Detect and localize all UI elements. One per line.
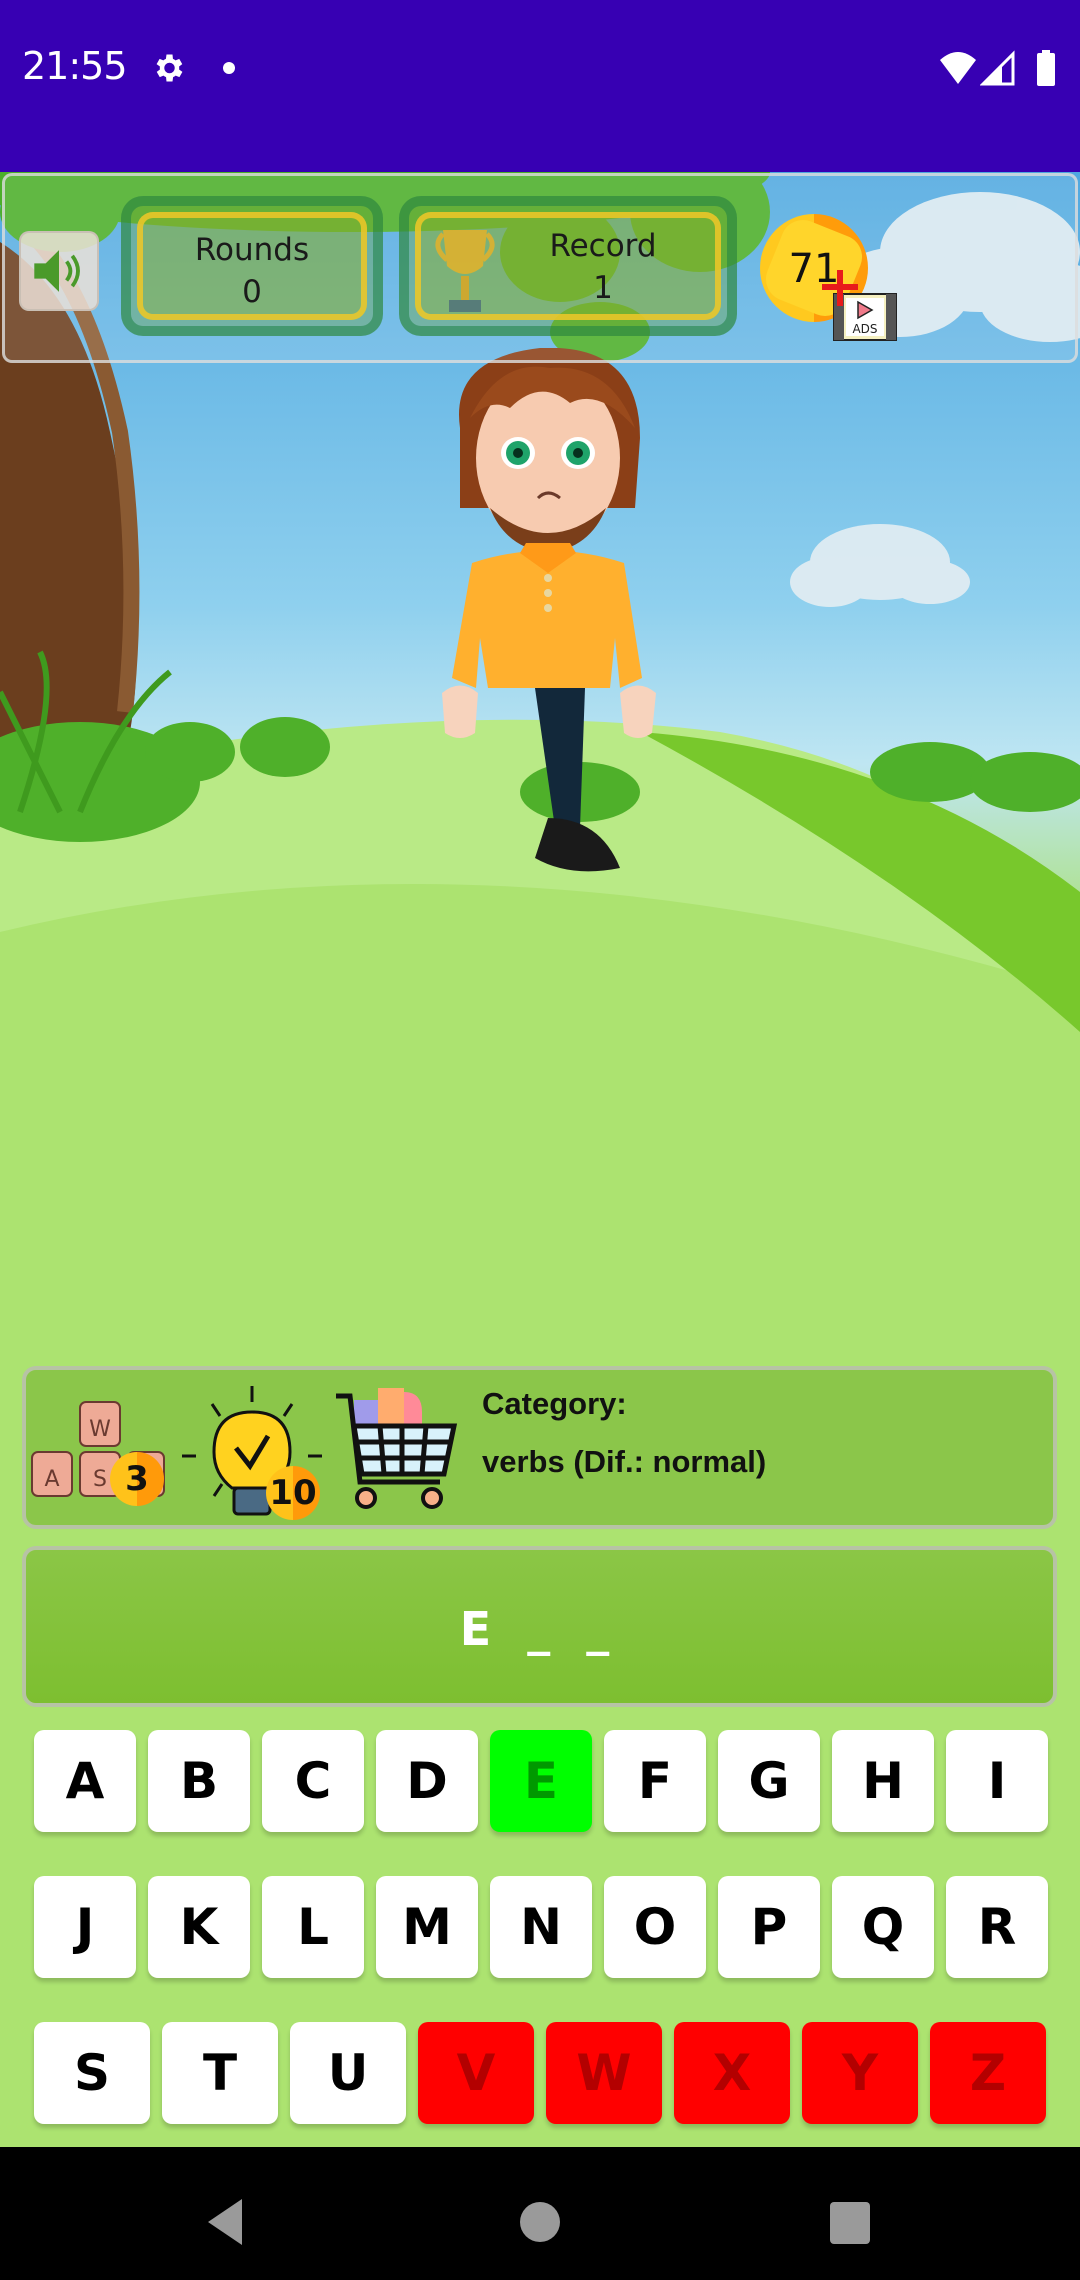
record-panel: Record 1 (399, 196, 737, 336)
key-e: E (490, 1730, 592, 1832)
key-c[interactable]: C (262, 1730, 364, 1832)
shop-button[interactable] (336, 1384, 466, 1514)
key-a[interactable]: A (34, 1730, 136, 1832)
rounds-value: 0 (242, 274, 262, 310)
gear-icon (156, 54, 183, 82)
keyboard-row: ABCDEFGHI (34, 1730, 1048, 1832)
key-z: Z (930, 2022, 1046, 2124)
key-r[interactable]: R (946, 1876, 1048, 1978)
notification-dot-icon (223, 62, 235, 74)
recent-apps-icon[interactable] (830, 2202, 870, 2244)
key-n[interactable]: N (490, 1876, 592, 1978)
key-t[interactable]: T (162, 2022, 278, 2124)
ads-label: ADS (852, 322, 877, 336)
hangman-character (442, 348, 656, 872)
key-x: X (674, 2022, 790, 2124)
key-o[interactable]: O (604, 1876, 706, 1978)
key-s[interactable]: S (34, 2022, 150, 2124)
key-u[interactable]: U (290, 2022, 406, 2124)
word-panel: E _ _ (22, 1546, 1057, 1707)
rounds-panel: Rounds 0 (121, 196, 383, 336)
key-j[interactable]: J (34, 1876, 136, 1978)
status-time: 21:55 (22, 44, 128, 88)
key-i[interactable]: I (946, 1730, 1048, 1832)
battery-icon (1037, 50, 1055, 86)
key-g[interactable]: G (718, 1730, 820, 1832)
hint-cost: 10 (266, 1466, 320, 1520)
wifi-icon (940, 52, 976, 84)
reveal-letter-cost: 3 (110, 1452, 164, 1506)
speaker-on-icon (34, 250, 80, 292)
sound-toggle-button[interactable] (19, 231, 99, 311)
shopping-cart-icon (336, 1388, 458, 1509)
key-m[interactable]: M (376, 1876, 478, 1978)
keyboard-row: STUVWXYZ (34, 2022, 1046, 2124)
info-panel: W A S 3 10 Category: verbs (Dif.: normal… (22, 1366, 1057, 1529)
key-p[interactable]: P (718, 1876, 820, 1978)
key-k[interactable]: K (148, 1876, 250, 1978)
svg-text:W: W (89, 1417, 111, 1442)
key-v: V (418, 2022, 534, 2124)
key-d[interactable]: D (376, 1730, 478, 1832)
top-hud: Rounds 0 Record 1 (2, 173, 1078, 363)
watch-ad-for-coins-button[interactable]: ADS (818, 270, 900, 342)
key-b[interactable]: B (148, 1730, 250, 1832)
system-nav-bar (0, 2147, 1080, 2280)
svg-text:S: S (93, 1467, 107, 1492)
category-label: Category: (482, 1386, 627, 1421)
hint-button[interactable]: 10 (182, 1384, 322, 1524)
home-icon[interactable] (520, 2202, 560, 2242)
key-h[interactable]: H (832, 1730, 934, 1832)
key-f[interactable]: F (604, 1730, 706, 1832)
key-l[interactable]: L (262, 1876, 364, 1978)
back-icon[interactable] (206, 2199, 246, 2245)
record-label: Record (549, 228, 657, 264)
svg-text:A: A (44, 1467, 59, 1492)
key-w: W (546, 2022, 662, 2124)
signal-icon (980, 50, 1015, 86)
key-q[interactable]: Q (832, 1876, 934, 1978)
reveal-letter-button[interactable]: W A S 3 (30, 1398, 166, 1518)
keyboard-row: JKLMNOPQR (34, 1876, 1048, 1978)
category-value: verbs (Dif.: normal) (482, 1444, 767, 1479)
hidden-word: E _ _ (459, 1602, 620, 1656)
status-bar: 21:55 (0, 0, 1080, 172)
record-value: 1 (593, 270, 613, 306)
key-y: Y (802, 2022, 918, 2124)
rounds-label: Rounds (194, 232, 310, 268)
